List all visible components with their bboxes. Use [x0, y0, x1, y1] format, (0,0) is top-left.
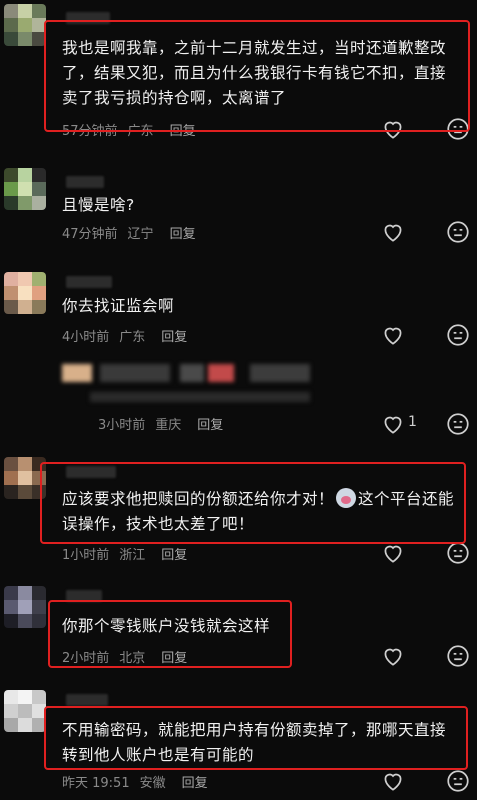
comment-text: 应该要求他把赎回的份额还给你才对！ 这个平台还能误操作，技术也太差了吧！ — [62, 487, 457, 537]
username-blurred[interactable] — [66, 590, 102, 602]
comment-location: 广东 — [119, 330, 146, 345]
avatar[interactable] — [4, 4, 46, 46]
comment-meta: 3小时前 重庆 回复 — [98, 414, 233, 433]
reply-button[interactable]: 回复 — [170, 227, 196, 242]
heart-outline-icon[interactable] — [380, 643, 406, 669]
comment-meta: 1小时前 浙江 回复 — [62, 544, 197, 563]
comment-location: 浙江 — [119, 548, 146, 563]
username-blurred[interactable] — [66, 694, 108, 706]
comment-time: 2小时前 — [62, 651, 110, 666]
avatar[interactable] — [4, 457, 46, 499]
dislike-face-icon[interactable] — [445, 411, 471, 437]
blurred-content — [208, 364, 234, 382]
avatar[interactable] — [4, 690, 46, 732]
heart-outline-icon[interactable] — [380, 219, 406, 245]
dislike-face-icon[interactable] — [445, 116, 471, 142]
reply-button[interactable]: 回复 — [170, 124, 196, 139]
comment-meta: 昨天 19:51 安徽 回复 — [62, 772, 218, 791]
comment-meta: 47分钟前 辽宁 回复 — [62, 223, 206, 242]
blurred-content — [180, 364, 204, 382]
comment-time: 昨天 19:51 — [62, 776, 130, 791]
blurred-content — [250, 364, 310, 382]
username-blurred[interactable] — [66, 466, 116, 478]
dislike-face-icon[interactable] — [445, 768, 471, 794]
blurred-content — [62, 364, 92, 382]
dislike-face-icon[interactable] — [445, 643, 471, 669]
comment-time: 47分钟前 — [62, 227, 118, 242]
avatar[interactable] — [4, 272, 46, 314]
comment-meta: 4小时前 广东 回复 — [62, 326, 197, 345]
comment-location: 广东 — [127, 124, 154, 139]
comment-text: 你那个零钱账户没钱就会这样 — [62, 617, 271, 635]
emoji-icon — [336, 488, 357, 508]
comment-text: 且慢是啥? — [62, 196, 135, 214]
comment-text-part-a: 应该要求他把赎回的份额还给你才对！ — [62, 490, 335, 508]
comment-time: 57分钟前 — [62, 124, 118, 139]
comment-time: 3小时前 — [98, 418, 146, 433]
blurred-content — [90, 392, 310, 402]
heart-outline-icon[interactable] — [380, 411, 406, 437]
comment-text: 我也是啊我靠，之前十二月就发生过，当时还道歉整改了，结果又犯，而且为什么我银行卡… — [62, 39, 447, 107]
comment-location: 安徽 — [139, 776, 166, 791]
reply-button[interactable]: 回复 — [197, 418, 223, 433]
comment-location: 辽宁 — [127, 227, 154, 242]
comment-time: 4小时前 — [62, 330, 110, 345]
comment-meta: 2小时前 北京 回复 — [62, 647, 197, 666]
comment-location: 重庆 — [155, 418, 182, 433]
avatar[interactable] — [4, 168, 46, 210]
like-count: 1 — [408, 414, 417, 430]
reply-button[interactable]: 回复 — [161, 330, 187, 345]
heart-outline-icon[interactable] — [380, 768, 406, 794]
username-blurred[interactable] — [66, 276, 112, 288]
username-blurred[interactable] — [66, 12, 110, 24]
username-blurred[interactable] — [66, 176, 104, 188]
blurred-content — [100, 364, 170, 382]
dislike-face-icon[interactable] — [445, 540, 471, 566]
reply-button[interactable]: 回复 — [161, 548, 187, 563]
dislike-face-icon[interactable] — [445, 219, 471, 245]
heart-outline-icon[interactable] — [380, 540, 406, 566]
heart-outline-icon[interactable] — [380, 322, 406, 348]
avatar[interactable] — [4, 586, 46, 628]
comment-text: 你去找证监会啊 — [62, 297, 175, 315]
comment-text: 不用输密码，就能把用户持有份额卖掉了，那哪天直接转到他人账户也是有可能的 — [62, 721, 447, 764]
heart-outline-icon[interactable] — [380, 116, 406, 142]
comment-location: 北京 — [119, 651, 146, 666]
comment-meta: 57分钟前 广东 回复 — [62, 120, 206, 139]
comment-time: 1小时前 — [62, 548, 110, 563]
reply-button[interactable]: 回复 — [182, 776, 208, 791]
dislike-face-icon[interactable] — [445, 322, 471, 348]
reply-button[interactable]: 回复 — [161, 651, 187, 666]
